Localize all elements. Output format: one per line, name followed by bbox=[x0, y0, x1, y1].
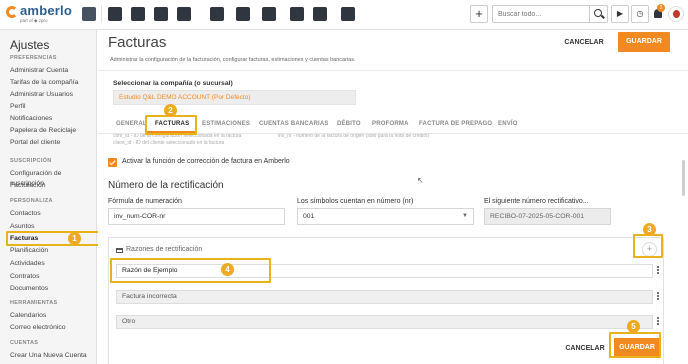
sidebar-item-contratos[interactable]: Contratos bbox=[10, 272, 95, 282]
tab-estimaciones[interactable]: ESTIMACIONES bbox=[202, 121, 250, 127]
more-vertical-icon[interactable] bbox=[656, 292, 660, 302]
bank-icon[interactable] bbox=[177, 7, 191, 21]
tab-proforma[interactable]: PROFORMA bbox=[372, 121, 409, 127]
highlight-facturas-menu bbox=[6, 231, 100, 246]
format-label: Fórmula de numeración bbox=[108, 198, 182, 205]
sidebar-item-papelera[interactable]: Papelera de Reciclaje bbox=[10, 126, 95, 136]
footer-cancel-button[interactable]: CANCELAR bbox=[563, 341, 607, 357]
notification-badge: 2 bbox=[657, 4, 665, 12]
main-scrollbar[interactable] bbox=[682, 160, 685, 196]
mail-icon[interactable] bbox=[313, 7, 327, 21]
digits-select[interactable]: 001 ▼ bbox=[297, 208, 474, 225]
page-description: Administrar la configuración de la factu… bbox=[110, 57, 356, 63]
contacts-icon[interactable] bbox=[108, 7, 122, 21]
header-divider bbox=[98, 70, 688, 71]
search-input[interactable] bbox=[493, 6, 587, 22]
callout-2: 2 bbox=[164, 104, 177, 117]
card-icon bbox=[116, 248, 123, 253]
reason-item[interactable]: Factura incorrecta bbox=[116, 290, 653, 304]
sidebar-item-crear-cuenta[interactable]: Crear Una Nueva Cuenta bbox=[10, 351, 95, 361]
correction-checkbox[interactable] bbox=[108, 158, 117, 167]
search-icon[interactable] bbox=[589, 6, 607, 22]
stopwatch-button[interactable]: ◷ bbox=[631, 5, 649, 23]
cancel-button[interactable]: CANCELAR bbox=[562, 34, 606, 52]
reason-item[interactable]: Otro bbox=[116, 315, 653, 329]
dashboard-icon[interactable] bbox=[82, 7, 96, 21]
toolbar-divider bbox=[101, 5, 102, 23]
sidebar-heading-cuentas: CUENTAS bbox=[10, 340, 39, 346]
sidebar-item-planificacion[interactable]: Planificación bbox=[10, 246, 95, 256]
correction-checkbox-label: Activar la función de corrección de fact… bbox=[122, 158, 290, 165]
section-title-rectificacion: Número de la rectificación bbox=[108, 180, 224, 191]
matters-briefcase-icon[interactable] bbox=[131, 7, 145, 21]
format-input[interactable]: inv_num-COR-nr bbox=[108, 208, 285, 225]
placeholder-help-client: client_id - ID del cliente seleccionado … bbox=[113, 140, 225, 146]
chevron-down-icon: ▼ bbox=[462, 213, 468, 219]
sidebar-item-administrar-usuarios[interactable]: Administrar Usuarios bbox=[10, 90, 95, 100]
callout-5: 5 bbox=[627, 320, 640, 333]
reports-icon[interactable] bbox=[341, 7, 355, 21]
brand-subtitle: part of ◆ zpro bbox=[20, 18, 48, 23]
tab-cuentas-bancarias[interactable]: CUENTAS BANCARIAS bbox=[259, 121, 329, 127]
next-number-field: RECIBO-07-2025-05-COR-001 bbox=[484, 208, 611, 225]
play-timer-button[interactable]: ▶ bbox=[611, 5, 629, 23]
sidebar-item-contactos[interactable]: Contactos bbox=[10, 209, 95, 219]
sidebar-item-actividades[interactable]: Actividades bbox=[10, 259, 95, 269]
more-vertical-icon[interactable] bbox=[656, 317, 660, 327]
highlight-first-reason bbox=[110, 258, 271, 283]
amberlo-logo-icon bbox=[6, 6, 18, 18]
sidebar-heading-suscripcion: SUSCRIPCIÓN bbox=[10, 158, 52, 164]
main-content: Facturas Administrar la configuración de… bbox=[98, 30, 688, 364]
tab-debito[interactable]: DÉBITO bbox=[337, 121, 361, 127]
folder-icon[interactable] bbox=[290, 7, 304, 21]
sidebar-item-tarifas[interactable]: Tarifas de la compañía bbox=[10, 78, 95, 88]
avatar[interactable] bbox=[668, 6, 684, 22]
mouse-cursor-icon: ↖ bbox=[417, 176, 424, 185]
sidebar-item-administrar-cuenta[interactable]: Administrar Cuenta bbox=[10, 66, 95, 76]
sidebar-item-notificaciones[interactable]: Notificaciones bbox=[10, 114, 95, 124]
callout-4: 4 bbox=[221, 263, 234, 276]
more-vertical-icon[interactable] bbox=[656, 266, 660, 276]
sidebar-item-correo[interactable]: Correo electrónico bbox=[10, 323, 95, 333]
highlight-facturas-tab bbox=[145, 115, 197, 135]
sidebar-item-calendarios[interactable]: Calendarios bbox=[10, 311, 95, 321]
highlight-add-reason bbox=[633, 234, 663, 258]
tab-general[interactable]: GENERAL bbox=[116, 121, 147, 127]
save-button[interactable]: GUARDAR bbox=[618, 32, 670, 52]
history-icon[interactable] bbox=[236, 7, 250, 21]
callout-3: 3 bbox=[643, 223, 656, 236]
tab-envio[interactable]: ENVÍO bbox=[498, 121, 518, 127]
digits-select-value: 001 bbox=[303, 213, 315, 220]
page-title: Facturas bbox=[108, 34, 167, 51]
sidebar-heading-herramientas: HERRAMIENTAS bbox=[10, 300, 58, 306]
tasks-icon[interactable] bbox=[262, 7, 276, 21]
amberlo-logo[interactable]: amberlo part of ◆ zpro bbox=[6, 3, 76, 26]
digits-label: Los símbolos cuentan en número (nr) bbox=[297, 198, 414, 205]
sidebar-item-perfil[interactable]: Perfil bbox=[10, 102, 95, 112]
quick-add-button[interactable]: + bbox=[470, 5, 488, 23]
company-label: Seleccionar la compañía (o sucursal) bbox=[113, 80, 233, 87]
next-number-label: El siguiente número rectificativo... bbox=[484, 198, 589, 205]
tab-factura-prepago[interactable]: FACTURA DE PREPAGO bbox=[419, 121, 492, 127]
sidebar-heading-preferencias: PREFERENCIAS bbox=[10, 55, 57, 61]
reasons-title: Razones de rectificación bbox=[126, 246, 203, 253]
sidebar-item-portal-cliente[interactable]: Portal del cliente bbox=[10, 138, 95, 148]
sidebar-title: Ajustes bbox=[10, 38, 50, 52]
brand-name: amberlo bbox=[20, 3, 72, 18]
calendar-icon[interactable] bbox=[210, 7, 224, 21]
global-search bbox=[492, 5, 608, 23]
sidebar-item-config-suscripcion[interactable]: Configuración de suscripción bbox=[10, 169, 95, 187]
invoices-icon[interactable] bbox=[154, 7, 168, 21]
top-bar: amberlo part of ◆ zpro + ▶ ◷ 2 bbox=[0, 0, 688, 30]
highlight-footer-save bbox=[609, 332, 661, 358]
company-select[interactable]: Estudio Q&L DEMO ACCOUNT (Por Defecto) bbox=[113, 90, 356, 105]
sidebar-item-facturacion[interactable]: Facturación bbox=[10, 181, 95, 191]
sidebar-item-documentos[interactable]: Documentos bbox=[10, 284, 95, 294]
sidebar-heading-personaliza: PERSONALIZA bbox=[10, 198, 53, 204]
callout-1: 1 bbox=[68, 232, 81, 245]
settings-sidebar: Ajustes PREFERENCIAS Administrar Cuenta … bbox=[0, 30, 97, 364]
